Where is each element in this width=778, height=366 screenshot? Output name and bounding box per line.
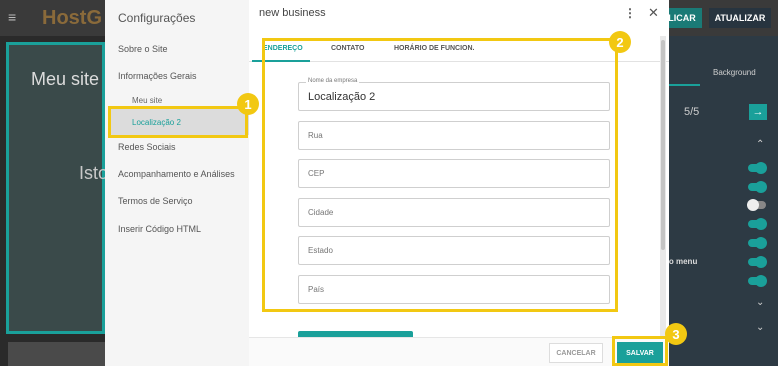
arrow-right-icon[interactable]: → (749, 104, 767, 120)
toggle-switch[interactable] (748, 256, 767, 268)
settings-title: Configurações (118, 11, 196, 25)
modal-tabs: ENDEREÇO CONTATO HORÁRIO DE FUNCION. (249, 38, 669, 62)
close-icon[interactable]: ✕ (648, 5, 659, 21)
toggle-switch[interactable] (748, 162, 767, 174)
tab-business-hours[interactable]: HORÁRIO DE FUNCION. (394, 45, 475, 52)
state-field (298, 236, 610, 265)
brand-logo: HostG (42, 7, 102, 29)
toggle-switch[interactable] (748, 237, 767, 249)
sidebar-item-terms-of-service[interactable]: Termos de Serviço (118, 196, 193, 206)
chevron-up-icon[interactable]: ⌃ (756, 139, 764, 150)
sidebar-item-tracking-analytics[interactable]: Acompanhamento e Análises (118, 169, 235, 179)
sidebar-subitem-my-site[interactable]: Meu site (132, 96, 162, 105)
street-field (298, 121, 610, 150)
business-name-field: Nome da empresa (298, 78, 610, 111)
hero-subtitle: Isto (79, 163, 109, 183)
city-input[interactable] (299, 199, 609, 226)
menu-label: no menu (664, 257, 698, 266)
save-button[interactable]: SALVAR (617, 342, 663, 364)
sidebar-item-social-networks[interactable]: Redes Sociais (118, 142, 176, 152)
sidebar-item-insert-html[interactable]: Inserir Código HTML (118, 224, 201, 234)
preview-footer (8, 342, 105, 366)
pager-text: 5/5 (684, 106, 700, 118)
hero-title: Meu site (31, 69, 100, 89)
country-field (298, 275, 610, 304)
zip-input[interactable] (299, 160, 609, 187)
toggle-switch[interactable] (748, 218, 767, 230)
toggle-switch[interactable] (748, 275, 767, 287)
callout-badge-2: 2 (609, 31, 631, 53)
chevron-down-icon[interactable]: ⌄ (756, 297, 764, 308)
state-input[interactable] (299, 237, 609, 264)
tab-background[interactable]: Background (713, 68, 756, 77)
modal-footer: CANCELAR SALVAR (249, 337, 669, 366)
hamburger-menu-icon[interactable]: ≡ (8, 10, 22, 24)
sidebar-item-general-info[interactable]: Informações Gerais (118, 71, 197, 81)
cancel-button[interactable]: CANCELAR (549, 343, 603, 363)
tab-address[interactable]: ENDEREÇO (263, 45, 303, 52)
settings-sidebar: Configurações Sobre o Site Informações G… (105, 0, 249, 366)
modal-title: new business (259, 7, 326, 19)
city-field (298, 198, 610, 227)
sidebar-subitem-location-2[interactable]: Localização 2 (132, 118, 181, 127)
toggle-switch[interactable] (748, 181, 767, 193)
business-name-label: Nome da empresa (306, 78, 360, 84)
toggle-switch[interactable] (747, 199, 766, 211)
active-tab-indicator (252, 60, 310, 62)
more-options-icon[interactable]: ⋮ (624, 6, 636, 20)
update-button[interactable]: ATUALIZAR (709, 8, 771, 28)
business-name-input[interactable] (299, 83, 609, 110)
zip-field (298, 159, 610, 188)
street-input[interactable] (299, 122, 609, 149)
sidebar-item-about-site[interactable]: Sobre o Site (118, 44, 168, 54)
business-settings-modal: new business ⋮ ✕ ENDEREÇO CONTATO HORÁRI… (249, 0, 669, 366)
callout-badge-1: 1 (237, 93, 259, 115)
tab-contact[interactable]: CONTATO (331, 45, 364, 52)
chevron-down-icon[interactable]: ⌄ (756, 322, 764, 333)
country-input[interactable] (299, 276, 609, 303)
scrollbar-thumb[interactable] (661, 40, 665, 250)
hero-section: Meu site Isto (6, 42, 109, 334)
callout-badge-3: 3 (665, 323, 687, 345)
